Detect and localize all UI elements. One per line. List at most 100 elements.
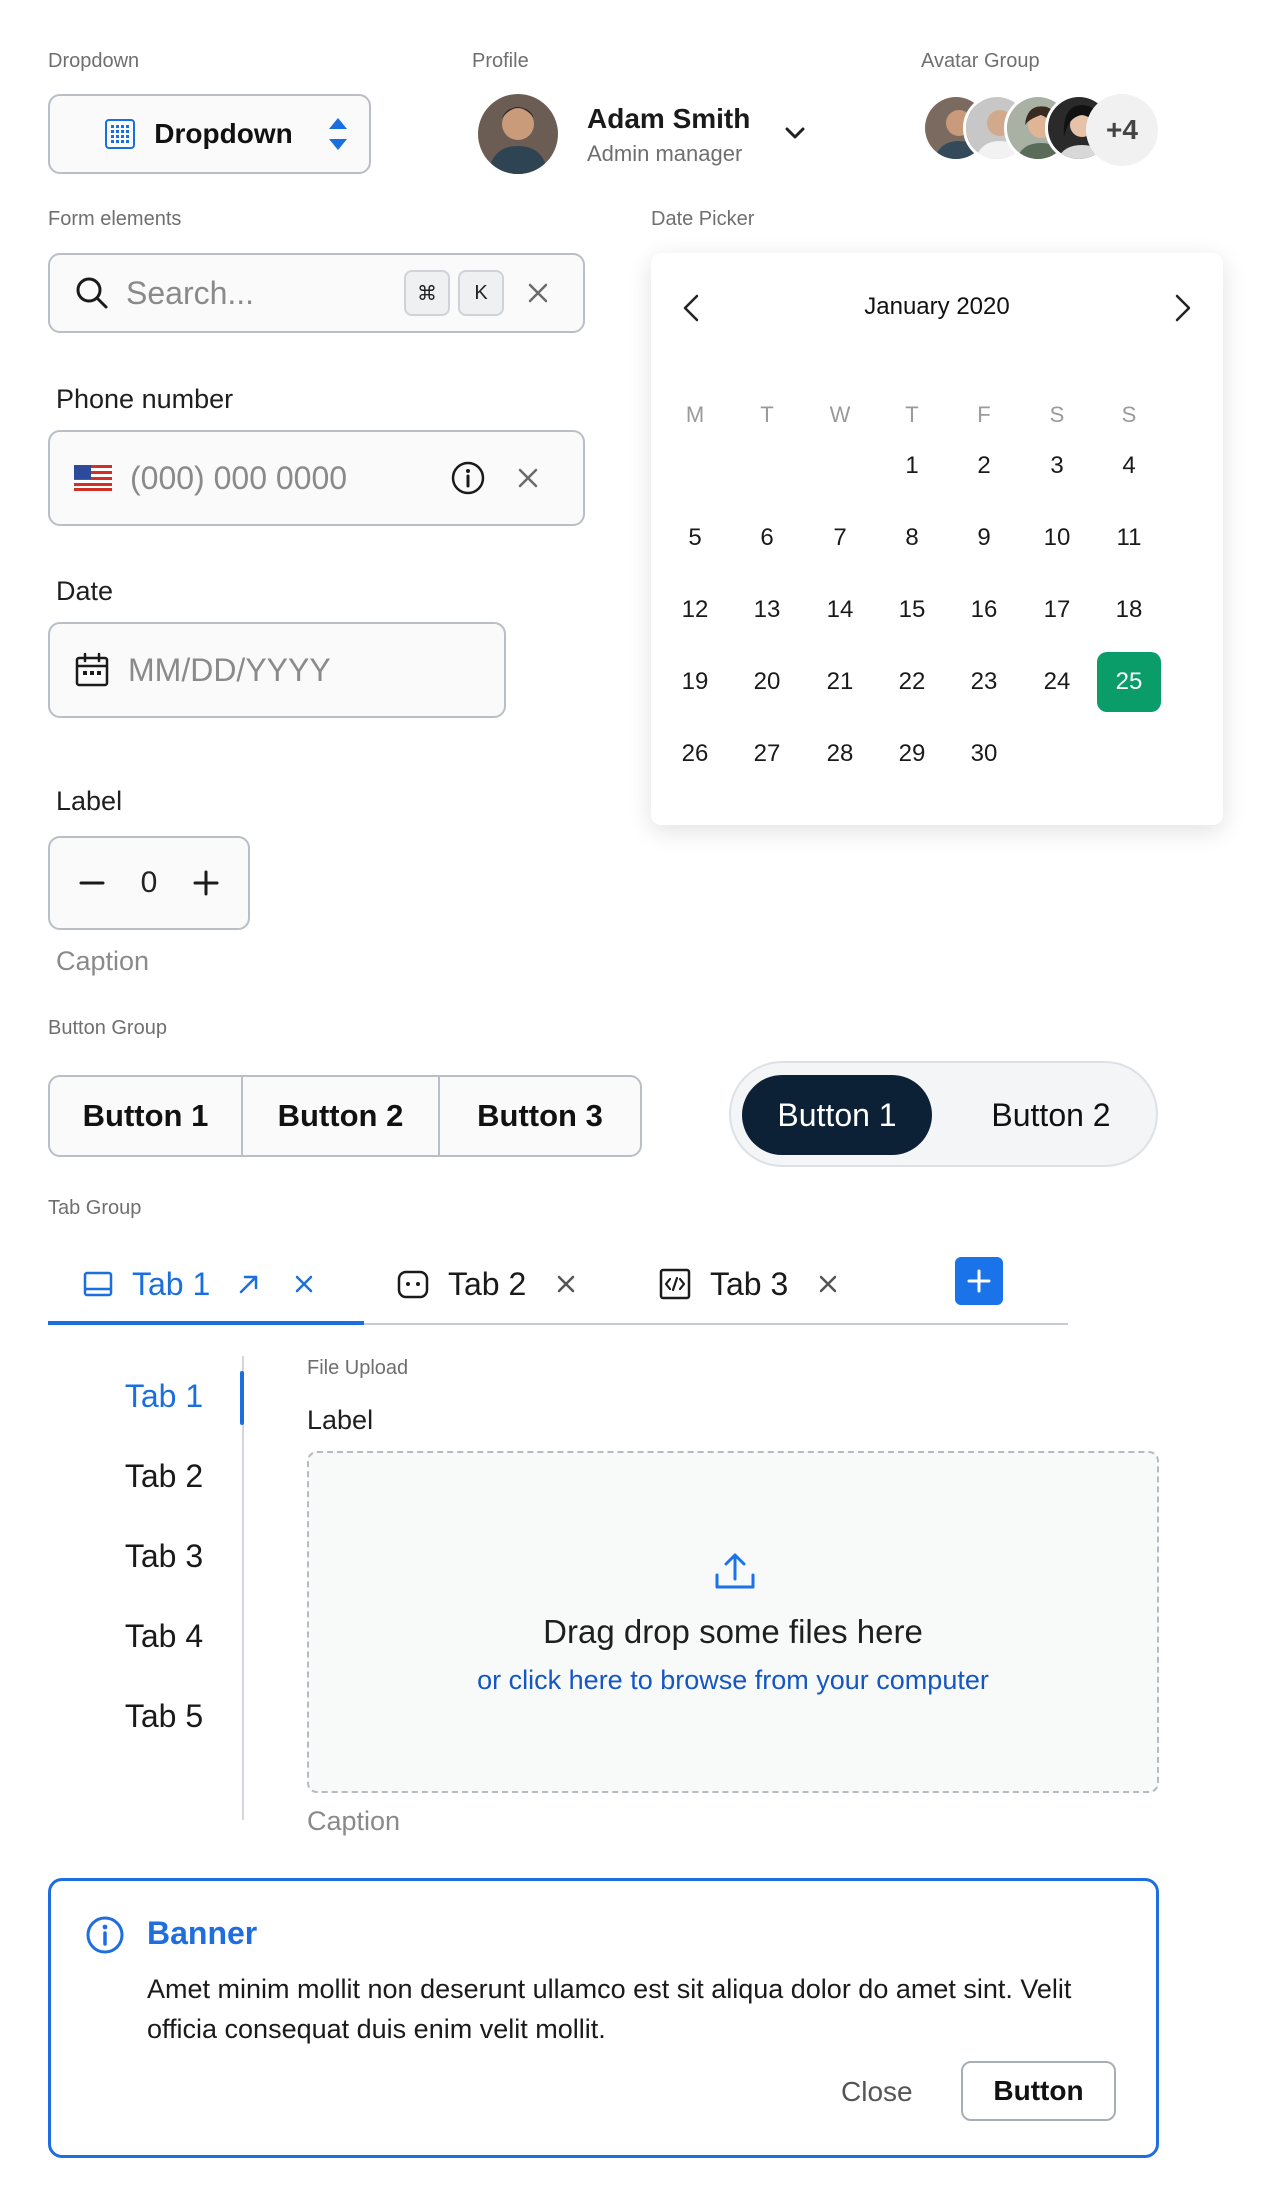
us-flag-icon[interactable] — [74, 465, 112, 491]
search-field: ⌘ K — [48, 253, 585, 333]
group-button-3[interactable]: Button 3 — [440, 1077, 640, 1155]
section-label-button-group: Button Group — [48, 1017, 167, 1039]
section-label-profile: Profile — [472, 50, 529, 72]
search-icon — [74, 275, 110, 311]
date-field — [48, 622, 506, 718]
banner-title: Banner — [147, 1915, 258, 1951]
vertical-tab-4[interactable]: Tab 4 — [84, 1618, 244, 1655]
calendar-day[interactable]: 2 — [952, 436, 1016, 496]
profile-name: Adam Smith — [587, 103, 751, 134]
info-icon — [85, 1915, 125, 1955]
search-input[interactable] — [126, 274, 396, 312]
clear-icon[interactable] — [526, 281, 550, 305]
browse-files-link[interactable]: or click here to browse from your comput… — [309, 1665, 1157, 1696]
dropdown-button[interactable]: Dropdown — [48, 94, 371, 174]
plus-icon — [966, 1268, 992, 1294]
minus-icon[interactable] — [78, 869, 106, 897]
file-upload-caption: Caption — [307, 1806, 401, 1836]
quantity-stepper: 0 — [48, 836, 250, 930]
banner-action-button[interactable]: Button — [961, 2061, 1116, 2121]
close-icon[interactable] — [818, 1274, 838, 1294]
calendar-day[interactable]: 9 — [952, 508, 1016, 568]
calendar-day[interactable]: 19 — [663, 652, 727, 712]
calendar-day-selected[interactable]: 25 — [1097, 652, 1161, 712]
arrow-up-right-icon[interactable] — [236, 1271, 262, 1297]
calendar-day[interactable]: 1 — [880, 436, 944, 496]
close-icon[interactable] — [556, 1274, 576, 1294]
calendar-day[interactable]: 13 — [735, 580, 799, 640]
phone-input[interactable] — [130, 459, 450, 497]
calendar-day[interactable]: 18 — [1097, 580, 1161, 640]
calendar-day[interactable]: 11 — [1097, 508, 1161, 568]
calendar-day[interactable]: 12 — [663, 580, 727, 640]
calendar-day[interactable]: 26 — [663, 724, 727, 784]
calendar-day[interactable]: 27 — [735, 724, 799, 784]
date-input[interactable] — [128, 651, 488, 689]
section-label-file-upload: File Upload — [307, 1357, 409, 1379]
weekday-header: T — [760, 402, 774, 427]
weekday-header: M — [685, 402, 705, 427]
calendar-day[interactable]: 22 — [880, 652, 944, 712]
calendar-day[interactable]: 30 — [952, 724, 1016, 784]
tab-2-label: Tab 2 — [448, 1265, 527, 1302]
calendar-day[interactable]: 5 — [663, 508, 727, 568]
profile-role: Admin manager — [587, 141, 743, 166]
info-banner: Banner Amet minim mollit non deserunt ul… — [48, 1878, 1159, 2158]
clear-icon[interactable] — [516, 466, 540, 490]
calendar-day[interactable]: 3 — [1025, 436, 1089, 496]
segment-button-1[interactable]: Button 1 — [742, 1075, 932, 1155]
calendar-day[interactable]: 17 — [1025, 580, 1089, 640]
phone-label: Phone number — [56, 384, 234, 414]
banner-body: Amet minim mollit non deserunt ullamco e… — [147, 1974, 1072, 2044]
calendar-day[interactable]: 7 — [808, 508, 872, 568]
calendar: January 2020 M T W T F S S 1 2 3 4 5 6 7 8 9 10 11 12 13 14 1… — [651, 253, 1223, 825]
dropdown-label: Dropdown — [154, 118, 293, 149]
vertical-tab-1[interactable]: Tab 1 — [84, 1378, 244, 1415]
calendar-day[interactable]: 29 — [880, 724, 944, 784]
close-icon[interactable] — [294, 1274, 314, 1294]
group-button-1[interactable]: Button 1 — [50, 1077, 243, 1155]
file-dropzone[interactable]: Drag drop some files here or click here … — [307, 1451, 1159, 1793]
profile-avatar[interactable] — [478, 94, 558, 174]
calendar-day[interactable]: 15 — [880, 580, 944, 640]
tab-1[interactable]: Tab 1 — [82, 1245, 314, 1323]
calendar-day[interactable]: 8 — [880, 508, 944, 568]
plus-icon[interactable] — [192, 869, 220, 897]
segment-button-2[interactable]: Button 2 — [961, 1075, 1141, 1155]
section-label-form-elements: Form elements — [48, 208, 182, 230]
chevron-right-icon[interactable] — [1169, 293, 1195, 323]
date-label: Date — [56, 576, 114, 606]
tab-3[interactable]: Tab 3 — [658, 1245, 838, 1323]
calendar-day[interactable]: 16 — [952, 580, 1016, 640]
calendar-day[interactable]: 23 — [952, 652, 1016, 712]
calendar-day[interactable]: 20 — [735, 652, 799, 712]
tab-2[interactable]: Tab 2 — [396, 1245, 576, 1323]
calendar-icon[interactable] — [74, 652, 110, 688]
calendar-day[interactable]: 14 — [808, 580, 872, 640]
info-icon[interactable] — [450, 460, 486, 496]
bot-icon — [396, 1267, 430, 1301]
group-button-2[interactable]: Button 2 — [243, 1077, 440, 1155]
calendar-day[interactable]: 6 — [735, 508, 799, 568]
weekday-header: W — [829, 402, 851, 427]
more-avatars-badge[interactable]: +4 — [1086, 94, 1158, 166]
calendar-day[interactable]: 4 — [1097, 436, 1161, 496]
section-label-tab-group: Tab Group — [48, 1197, 142, 1219]
calendar-day[interactable]: 21 — [808, 652, 872, 712]
section-label-date-picker: Date Picker — [651, 208, 755, 230]
code-icon — [658, 1267, 692, 1301]
vertical-tab-3[interactable]: Tab 3 — [84, 1538, 244, 1575]
vertical-tab-5[interactable]: Tab 5 — [84, 1698, 244, 1735]
phone-field — [48, 430, 585, 526]
banner-close-button[interactable]: Close — [841, 2076, 913, 2108]
chevron-down-icon[interactable] — [782, 120, 808, 146]
calendar-day[interactable]: 24 — [1025, 652, 1089, 712]
add-tab-button[interactable] — [955, 1257, 1003, 1305]
vertical-tab-2[interactable]: Tab 2 — [84, 1458, 244, 1495]
stepper-value[interactable]: 0 — [141, 866, 158, 900]
tab-bar: Tab 1 Tab 2 Tab 3 — [48, 1245, 1068, 1325]
calendar-day[interactable]: 10 — [1025, 508, 1089, 568]
panel-icon — [82, 1268, 114, 1300]
button-group: Button 1 Button 2 Button 3 — [48, 1075, 642, 1157]
calendar-day[interactable]: 28 — [808, 724, 872, 784]
